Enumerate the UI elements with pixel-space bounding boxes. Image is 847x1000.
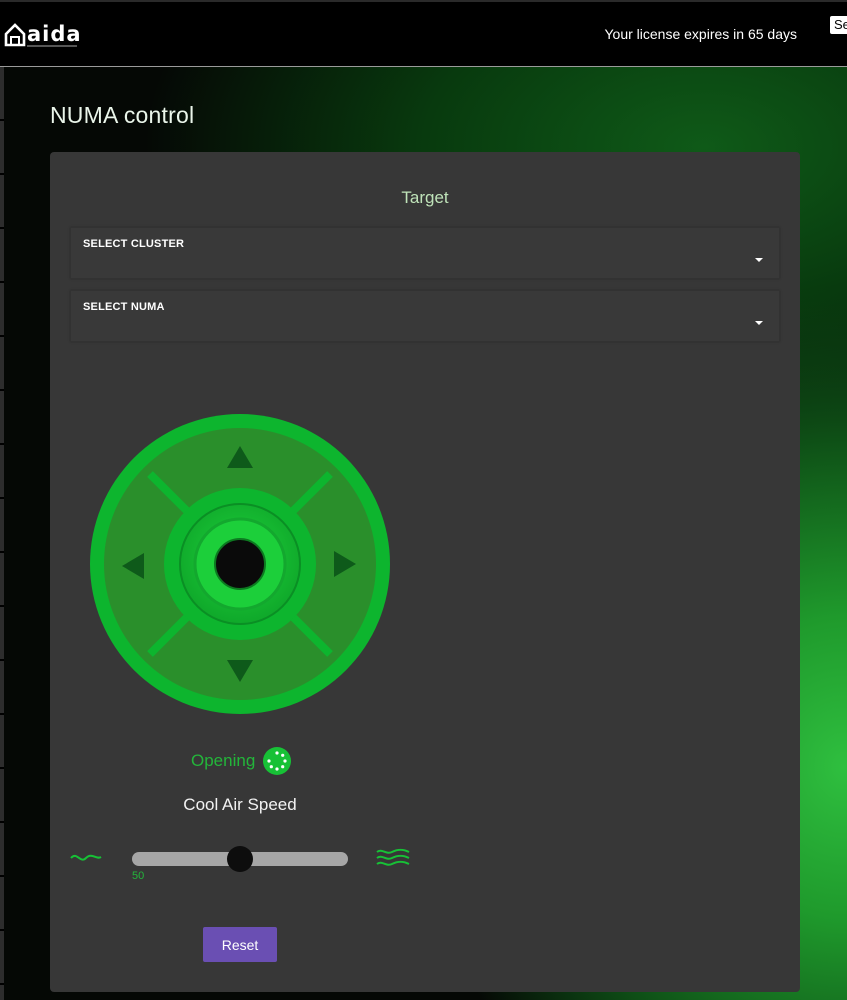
cool-air-speed-title: Cool Air Speed: [183, 795, 297, 814]
page-title: NUMA control: [50, 102, 195, 128]
numa-control-card: Target SELECT CLUSTER SELECT NUMA Openin…: [50, 152, 800, 992]
search-input[interactable]: Se: [830, 16, 847, 34]
license-notice: Your license expires in 65 days: [604, 26, 798, 42]
cool-air-speed-slider[interactable]: [132, 846, 348, 872]
logo-text: aida: [27, 22, 82, 46]
low-airflow-icon: [70, 854, 102, 861]
logo-tagline: [27, 45, 77, 47]
slider-value: 50: [132, 870, 145, 882]
select-cluster-dropdown[interactable]: SELECT CLUSTER: [70, 227, 780, 279]
direction-pad: [90, 414, 390, 714]
target-heading: Target: [401, 188, 449, 207]
app-logo[interactable]: aida: [4, 20, 81, 50]
caret-down-icon: [755, 321, 763, 325]
status-indicator: Opening: [191, 747, 292, 775]
status-text: Opening: [191, 751, 256, 770]
select-cluster-label: SELECT CLUSTER: [83, 238, 185, 250]
slider-thumb[interactable]: [227, 846, 253, 872]
loading-spinner-icon: [263, 747, 292, 775]
home-icon: [4, 23, 26, 47]
select-numa-label: SELECT NUMA: [83, 301, 165, 313]
top-bar: aida Your license expires in 65 days Se: [0, 0, 847, 67]
high-airflow-icon: [376, 848, 410, 866]
select-numa-dropdown[interactable]: SELECT NUMA: [70, 290, 780, 342]
reset-button[interactable]: Reset: [203, 927, 277, 962]
caret-down-icon: [755, 258, 763, 262]
pad-center-knob[interactable]: [214, 538, 266, 590]
